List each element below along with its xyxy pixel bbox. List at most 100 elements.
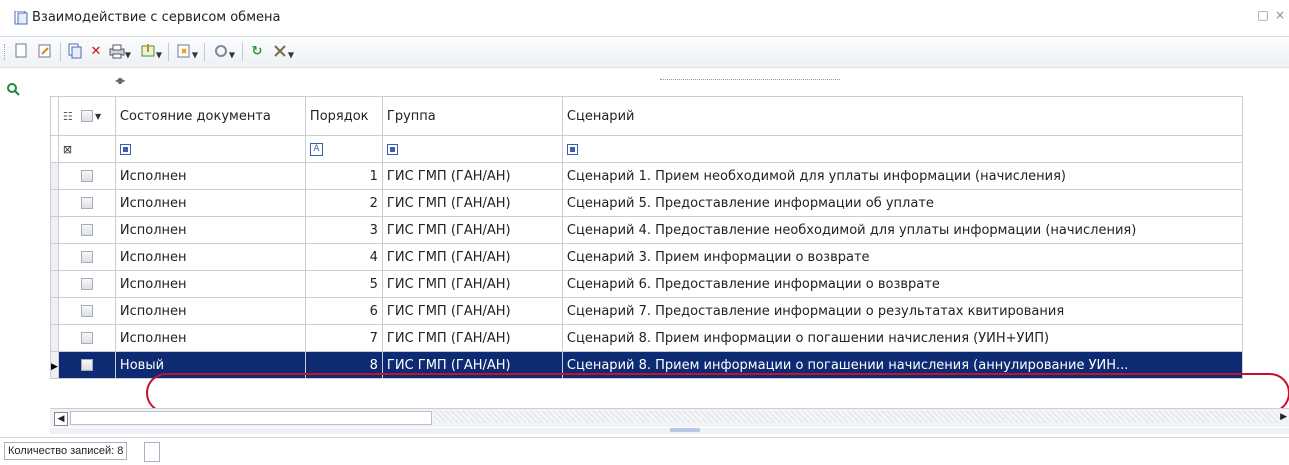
row-indicator[interactable] [50,243,59,271]
row-checkbox-cell[interactable] [57,243,116,271]
row-indicator[interactable] [50,216,59,244]
row-indicator[interactable] [50,270,59,298]
document-icon [14,10,28,25]
cell-state: Исполнен [114,216,306,244]
splitter-grip[interactable] [670,428,700,432]
table-row[interactable]: Исполнен 1 ГИС ГМП (ГАН/АН) Сценарий 1. … [50,162,1243,190]
edit-icon[interactable] [36,43,54,61]
cell-order: 2 [304,189,383,217]
filter-clear-cell[interactable]: ⊠ [57,135,116,163]
cell-order: 8 [304,351,383,379]
cell-state: Исполнен [114,324,306,352]
scrollbar-track[interactable] [434,411,1280,423]
horizontal-scrollbar[interactable]: ◀ ▶ [50,408,1289,427]
refresh-icon[interactable]: ↻ [248,43,266,61]
cell-scenario: Сценарий 3. Прием информации о возврате [561,243,1243,271]
cell-state: Исполнен [114,162,306,190]
cell-state: Исполнен [114,243,306,271]
filter-scenario[interactable] [561,135,1243,163]
cell-group: ГИС ГМП (ГАН/АН) [381,324,563,352]
filter-operator-icon[interactable]: A [309,142,323,156]
cell-state: Исполнен [114,189,306,217]
toolbar-separator [204,43,205,61]
table-row[interactable]: Исполнен 3 ГИС ГМП (ГАН/АН) Сценарий 4. … [50,216,1243,244]
column-chooser-icon[interactable]: ☷ [63,110,73,123]
row-checkbox-cell[interactable] [57,324,116,352]
filter-operator-icon[interactable] [566,143,578,155]
table-row[interactable]: Исполнен 4 ГИС ГМП (ГАН/АН) Сценарий 3. … [50,243,1243,271]
row-checkbox[interactable] [80,197,93,209]
row-checkbox[interactable] [80,305,93,317]
row-checkbox-cell[interactable] [57,297,116,325]
row-checkbox-cell[interactable] [57,351,116,379]
cell-group: ГИС ГМП (ГАН/АН) [381,189,563,217]
cell-scenario: Сценарий 4. Предоставление необходимой д… [561,216,1243,244]
actions-icon[interactable]: ▼ [210,43,238,61]
import-icon[interactable]: ▼ [174,43,200,61]
copy-icon[interactable] [66,43,84,61]
toolbar-separator [242,43,243,61]
row-checkbox-cell[interactable] [57,162,116,190]
row-indicator[interactable] [50,162,59,190]
select-all-checkbox[interactable] [80,110,93,122]
row-checkbox[interactable] [80,278,93,290]
search-icon[interactable] [6,82,20,100]
column-header-order[interactable]: Порядок [304,96,383,136]
cell-scenario: Сценарий 7. Предоставление информации о … [561,297,1243,325]
export-icon[interactable]: ▼ [138,43,164,61]
table-row[interactable]: Исполнен 2 ГИС ГМП (ГАН/АН) Сценарий 5. … [50,189,1243,217]
row-checkbox[interactable] [80,251,93,263]
data-grid: ☷ ▼ Состояние документа Порядок Группа С… [50,96,1289,432]
filter-order[interactable]: A [304,135,383,163]
cell-scenario: Сценарий 6. Предоставление информации о … [561,270,1243,298]
new-document-icon[interactable] [12,43,30,61]
scrollbar-thumb[interactable] [70,411,432,425]
row-indicator[interactable] [50,324,59,352]
current-row-arrow-icon: ▶ [51,361,58,372]
row-checkbox[interactable] [80,359,93,371]
toolbar-grip[interactable] [4,44,8,60]
filter-row-indicator [50,135,59,163]
table-row-selected[interactable]: ▶ Новый 8 ГИС ГМП (ГАН/АН) Сценарий 8. П… [50,351,1243,379]
chevron-down-icon[interactable]: ▼ [95,112,101,121]
cell-state: Исполнен [114,270,306,298]
table-row[interactable]: Исполнен 5 ГИС ГМП (ГАН/АН) Сценарий 6. … [50,270,1243,298]
table-row[interactable]: Исполнен 6 ГИС ГМП (ГАН/АН) Сценарий 7. … [50,297,1243,325]
row-checkbox-cell[interactable] [57,216,116,244]
row-checkbox-cell[interactable] [57,189,116,217]
row-checkbox[interactable] [80,224,93,236]
delete-icon[interactable]: ✕ [88,43,104,61]
cell-group: ГИС ГМП (ГАН/АН) [381,297,563,325]
clear-filter-icon[interactable]: ⊠ [63,143,72,156]
cell-state: Исполнен [114,297,306,325]
row-indicator[interactable]: ▶ [50,351,59,379]
cell-group: ГИС ГМП (ГАН/АН) [381,162,563,190]
row-checkbox[interactable] [80,170,93,182]
row-indicator[interactable] [50,189,59,217]
column-header-scenario[interactable]: Сценарий [561,96,1243,136]
settings-icon[interactable]: ▼ [270,43,296,61]
filter-row: ⊠ A [50,135,1243,163]
filter-operator-icon[interactable] [119,143,131,155]
scroll-left-icon[interactable]: ◀ [54,412,68,426]
row-indicator[interactable] [50,297,59,325]
filter-operator-icon[interactable] [386,143,398,155]
scroll-right-icon[interactable]: ▶ [1280,412,1287,422]
column-header-group[interactable]: Группа [381,96,563,136]
row-checkbox-cell[interactable] [57,270,116,298]
table-row[interactable]: Исполнен 7 ГИС ГМП (ГАН/АН) Сценарий 8. … [50,324,1243,352]
print-icon[interactable]: ▼ [108,43,132,61]
column-header-state[interactable]: Состояние документа [114,96,306,136]
cell-scenario: Сценарий 1. Прием необходимой для уплаты… [561,162,1243,190]
toolbar: ✕ ▼ ▼ ▼ ▼ ↻ ▼ [0,37,1289,68]
maximize-icon[interactable]: □ [1255,8,1271,26]
pane-splitter[interactable] [50,428,1289,434]
header-select-column[interactable]: ☷ ▼ [57,96,116,136]
close-icon[interactable]: × [1272,8,1288,26]
left-panel [0,68,51,432]
cell-group: ГИС ГМП (ГАН/АН) [381,243,563,271]
cell-group: ГИС ГМП (ГАН/АН) [381,351,563,379]
filter-state[interactable] [114,135,306,163]
filter-group[interactable] [381,135,563,163]
row-checkbox[interactable] [80,332,93,344]
